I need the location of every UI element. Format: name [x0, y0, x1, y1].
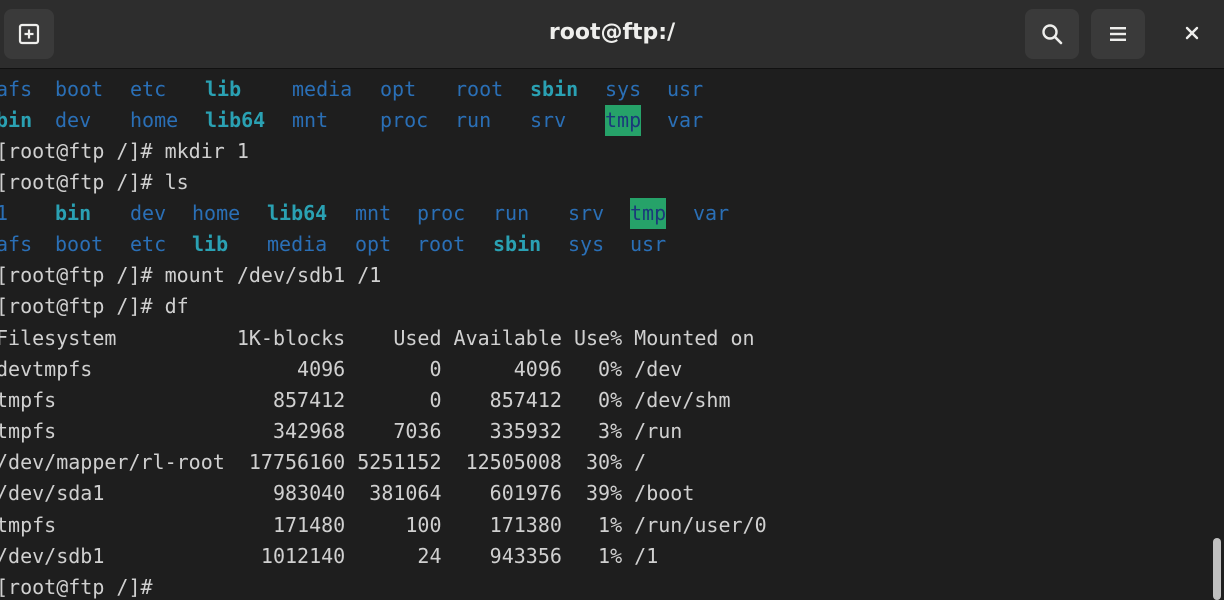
- command-line: [root@ftp /]# ls: [0, 170, 189, 194]
- new-tab-icon: [18, 23, 40, 45]
- ls-entry: root: [417, 232, 466, 256]
- ls-entry: bin: [0, 108, 33, 132]
- df-row: tmpfs 342968 7036 335932 3% /run: [0, 419, 683, 443]
- ls-entry: home: [192, 201, 241, 225]
- ls-entry: dev: [130, 201, 167, 225]
- search-icon: [1042, 24, 1063, 45]
- ls-entry: lib64: [205, 108, 266, 132]
- df-row: /dev/sda1 983040 381064 601976 39% /boot: [0, 481, 695, 505]
- ls-entry: proc: [380, 108, 429, 132]
- ls-entry: etc: [130, 232, 167, 256]
- ls-entry: lib64: [267, 201, 328, 225]
- ls-entry: run: [455, 108, 492, 132]
- ls-entry: media: [292, 77, 353, 101]
- ls-entry: usr: [630, 232, 667, 256]
- ls-entry: etc: [130, 77, 167, 101]
- hamburger-menu-icon: [1110, 27, 1126, 41]
- ls-entry: sys: [605, 77, 642, 101]
- ls-entry: root: [455, 77, 504, 101]
- ls-entry: srv: [568, 201, 605, 225]
- terminal-output[interactable]: afs boot etc lib media opt root sbin sys…: [0, 70, 1210, 600]
- df-row: /dev/sdb1 1012140 24 943356 1% /1: [0, 544, 659, 568]
- prompt-line: [root@ftp /]#: [0, 575, 153, 599]
- ls-entry: lib: [192, 232, 229, 256]
- ls-output-row: afs boot etc lib media opt root sbin sys…: [0, 74, 1210, 105]
- title-bar: root@ftp:/: [0, 0, 1224, 69]
- ls-entry: mnt: [292, 108, 329, 132]
- ls-entry: media: [267, 232, 328, 256]
- scrollbar[interactable]: [1210, 70, 1224, 600]
- ls-output-row: bin dev home lib64 mnt proc run srv tmp …: [0, 105, 1210, 136]
- ls-entry: boot: [55, 232, 104, 256]
- ls-entry: sys: [568, 232, 605, 256]
- command-line: [root@ftp /]# df: [0, 294, 189, 318]
- ls-entry: opt: [380, 77, 417, 101]
- command-line: [root@ftp /]# mount /dev/sdb1 /1: [0, 263, 382, 287]
- ls-entry: tmp: [605, 105, 642, 136]
- df-row: tmpfs 857412 0 857412 0% /dev/shm: [0, 388, 731, 412]
- ls-entry: bin: [55, 201, 92, 225]
- ls-entry: run: [493, 201, 530, 225]
- ls-entry: lib: [205, 77, 242, 101]
- ls-entry: afs: [0, 232, 33, 256]
- command-line: [root@ftp /]# mkdir 1: [0, 139, 249, 163]
- new-tab-button[interactable]: [4, 9, 54, 59]
- ls-entry: dev: [55, 108, 92, 132]
- ls-entry: proc: [417, 201, 466, 225]
- ls-entry: var: [693, 201, 730, 225]
- close-icon: [1185, 26, 1199, 40]
- df-header: Filesystem 1K-blocks Used Available Use%…: [0, 326, 755, 350]
- ls-entry: afs: [0, 77, 33, 101]
- menu-button[interactable]: [1091, 9, 1145, 59]
- df-row: devtmpfs 4096 0 4096 0% /dev: [0, 357, 683, 381]
- ls-entry: sbin: [493, 232, 542, 256]
- ls-entry: var: [667, 108, 704, 132]
- ls-entry: boot: [55, 77, 104, 101]
- ls-entry: 1: [0, 201, 9, 225]
- search-button[interactable]: [1025, 9, 1079, 59]
- ls-output-row: 1 bin dev home lib64 mnt proc run srv tm…: [0, 198, 1210, 229]
- ls-entry: usr: [667, 77, 704, 101]
- ls-entry: mnt: [355, 201, 392, 225]
- ls-entry: opt: [355, 232, 392, 256]
- ls-entry: home: [130, 108, 179, 132]
- ls-output-row: afs boot etc lib media opt root sbin sys…: [0, 229, 1210, 260]
- ls-entry: srv: [530, 108, 567, 132]
- close-button[interactable]: [1170, 17, 1214, 49]
- ls-entry: sbin: [530, 77, 579, 101]
- df-row: tmpfs 171480 100 171380 1% /run/user/0: [0, 513, 767, 537]
- ls-entry: tmp: [630, 198, 667, 229]
- scrollbar-thumb[interactable]: [1213, 538, 1221, 600]
- df-row: /dev/mapper/rl-root 17756160 5251152 125…: [0, 450, 647, 474]
